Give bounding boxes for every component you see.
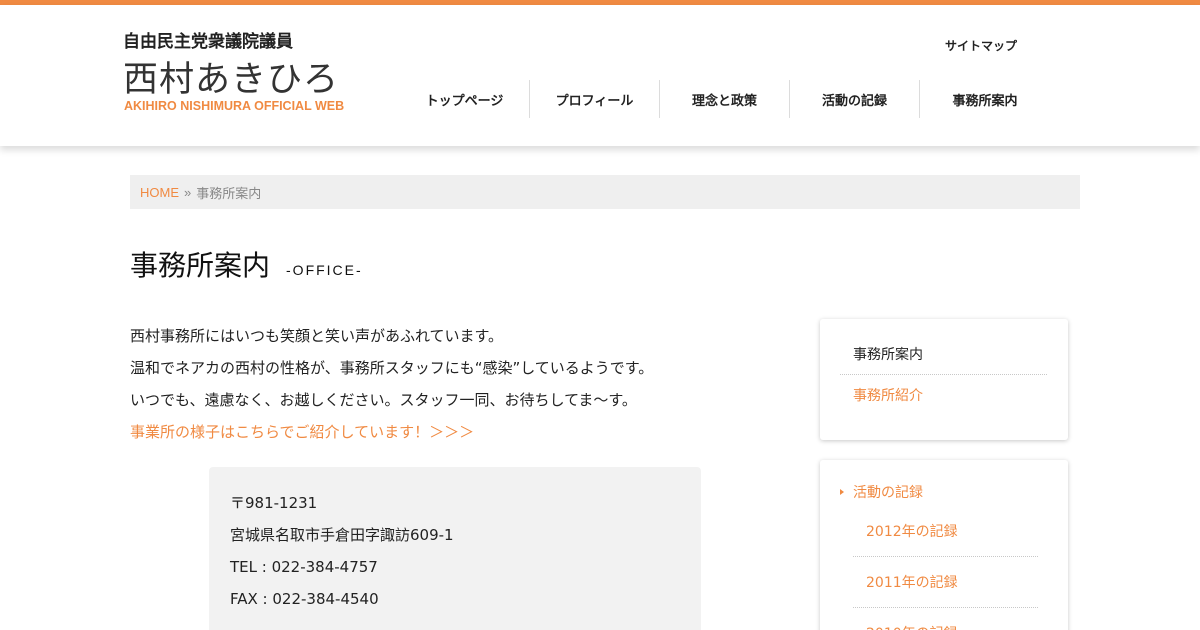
logo-name: 西村あきひろ: [123, 60, 340, 100]
page-title-jp: 事務所案内: [130, 249, 271, 282]
breadcrumb-home-link[interactable]: HOME: [140, 185, 179, 200]
sidebar-item-office-intro[interactable]: 事務所紹介: [853, 385, 923, 405]
breadcrumb-current: 事務所案内: [196, 185, 262, 201]
telephone: TEL : 022-384-4757: [230, 558, 378, 576]
sidebar-item-2011[interactable]: 2011年の記録: [853, 557, 1038, 608]
intro-text: 西村事務所にはいつも笑顔と笑い声があふれています。 温和でネアカの西村の性格が、…: [130, 320, 770, 448]
intro-line: いつでも、遠慮なく、お越しください。スタッフ一同、お待ちしてま～す。: [130, 391, 637, 409]
breadcrumb: HOME » 事務所案内: [130, 175, 1080, 209]
breadcrumb-separator: »: [184, 184, 192, 200]
address-box: 〒981-1231 宮城県名取市手倉田字諏訪609-1 TEL : 022-38…: [209, 467, 701, 630]
sitemap-link[interactable]: サイトマップ: [945, 37, 1017, 54]
page-title-en: -OFFICE-: [286, 262, 363, 278]
intro-line: 西村事務所にはいつも笑顔と笑い声があふれています。: [130, 327, 504, 345]
triangle-right-icon: [840, 489, 844, 495]
sidebar-activity-menu: 活動の記録 2012年の記録 2011年の記録 2010年の記録: [820, 460, 1068, 630]
postal-code: 〒981-1231: [230, 494, 318, 512]
sidebar-item-2012[interactable]: 2012年の記録: [853, 506, 1038, 557]
site-header: 自由民主党衆議院議員 西村あきひろ AKIHIRO NISHIMURA OFFI…: [0, 5, 1200, 146]
sidebar-item-activity[interactable]: 活動の記録: [840, 482, 923, 502]
sidebar-item-label: 活動の記録: [853, 485, 923, 501]
logo-english: AKIHIRO NISHIMURA OFFICIAL WEB: [124, 99, 345, 113]
nav-item-policy[interactable]: 理念と政策: [660, 80, 790, 118]
sidebar-item-office[interactable]: 事務所案内: [840, 333, 1047, 375]
logo-subtitle: 自由民主党衆議院議員: [123, 32, 293, 52]
nav-item-profile[interactable]: プロフィール: [530, 80, 660, 118]
nav-item-activity[interactable]: 活動の記録: [790, 80, 920, 118]
global-nav: トップページ プロフィール 理念と政策 活動の記録 事務所案内: [400, 80, 1050, 118]
sidebar-item-2010[interactable]: 2010年の記録: [853, 608, 1038, 630]
page-title: 事務所案内 -OFFICE-: [130, 244, 363, 284]
nav-item-top[interactable]: トップページ: [400, 80, 530, 118]
office-introduction-link[interactable]: 事業所の様子はこちらでご紹介しています！＞＞＞: [130, 416, 770, 448]
fax: FAX : 022-384-4540: [230, 590, 379, 608]
sidebar-office-menu: 事務所案内 事務所紹介: [820, 319, 1068, 440]
intro-line: 温和でネアカの西村の性格が、事務所スタッフにも“感染”しているようです。: [130, 359, 654, 377]
nav-item-office[interactable]: 事務所案内: [920, 80, 1050, 118]
street-address: 宮城県名取市手倉田字諏訪609-1: [230, 526, 454, 544]
site-logo[interactable]: 自由民主党衆議院議員 西村あきひろ AKIHIRO NISHIMURA OFFI…: [123, 27, 353, 121]
